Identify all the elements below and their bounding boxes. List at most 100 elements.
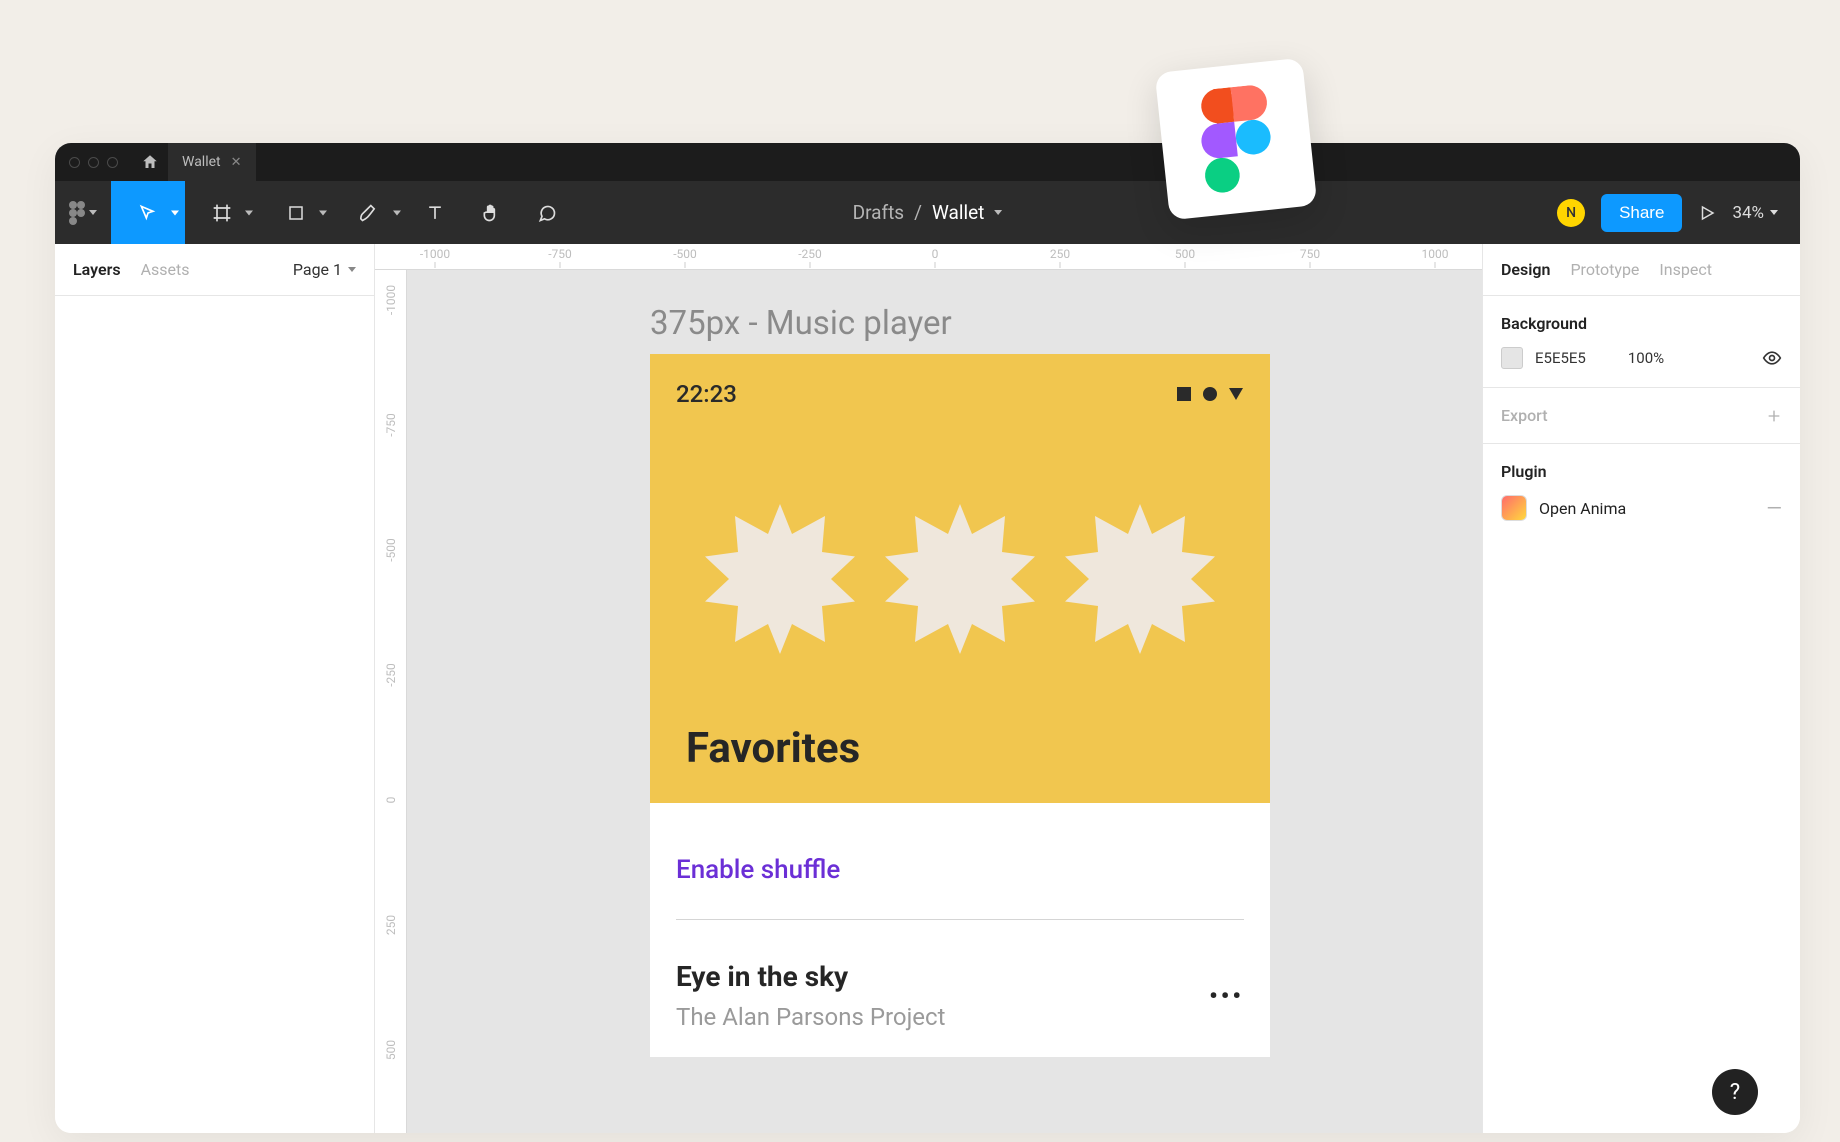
toolbar: Drafts / Wallet N Share 34% [55, 181, 1800, 244]
status-time: 22:23 [676, 380, 737, 408]
ruler-tick: -1000 [420, 247, 450, 261]
square-icon [1176, 386, 1192, 402]
tool-group [111, 181, 575, 244]
help-button[interactable]: ? [1712, 1069, 1758, 1115]
track-title: Eye in the sky [676, 960, 945, 993]
album-art-row [676, 504, 1244, 654]
export-section: Export [1483, 388, 1800, 444]
color-swatch[interactable] [1501, 347, 1523, 369]
ruler-tick: 1000 [1422, 247, 1449, 261]
left-panel-tabs: Layers Assets Page 1 [55, 244, 374, 296]
right-panel: Design Prototype Inspect Background E5E5… [1482, 244, 1800, 1133]
album-art-placeholder [1065, 504, 1215, 654]
plugin-name: Open Anima [1539, 499, 1626, 518]
traffic-min[interactable] [88, 157, 99, 168]
pen-tool[interactable] [333, 181, 407, 244]
color-opacity[interactable]: 100% [1628, 349, 1664, 367]
app-window: Wallet ✕ [55, 143, 1800, 1133]
ruler-tick: -250 [384, 663, 398, 687]
ruler-tick: 500 [384, 1040, 398, 1060]
plus-icon[interactable] [1766, 408, 1782, 424]
enable-shuffle-button[interactable]: Enable shuffle [676, 829, 1244, 920]
circle-icon [1202, 386, 1218, 402]
avatar[interactable]: N [1557, 199, 1585, 227]
breadcrumb-separator: / [914, 201, 922, 224]
ruler-tick: -750 [384, 413, 398, 437]
comment-tool[interactable] [519, 181, 575, 244]
figma-logo-card [1155, 58, 1318, 221]
text-tool[interactable] [407, 181, 463, 244]
window-tabbar: Wallet ✕ [55, 143, 1800, 181]
chevron-down-icon [393, 210, 401, 215]
ruler-tick: -750 [548, 247, 572, 261]
device-hero: 22:23 Favorites [650, 354, 1270, 803]
traffic-max[interactable] [107, 157, 118, 168]
page-selector[interactable]: Page 1 [293, 260, 356, 279]
ruler-horizontal: -1000-750-500-25002505007501000 [375, 244, 1482, 270]
chevron-down-icon[interactable] [994, 210, 1002, 215]
frame-tool[interactable] [185, 181, 259, 244]
minus-icon[interactable]: — [1766, 496, 1782, 520]
traffic-close[interactable] [69, 157, 80, 168]
background-row[interactable]: E5E5E5 100% [1501, 347, 1782, 369]
tab-design[interactable]: Design [1501, 260, 1550, 279]
shape-tool[interactable] [259, 181, 333, 244]
tab-assets[interactable]: Assets [141, 260, 190, 279]
color-hex[interactable]: E5E5E5 [1535, 349, 1586, 367]
body: Layers Assets Page 1 -1000 -750 -500 -250 0 2… [55, 244, 1800, 1133]
breadcrumb-file[interactable]: Wallet [932, 201, 984, 224]
zoom-selector[interactable]: 34% [1732, 203, 1778, 223]
status-bar: 22:23 [676, 380, 1244, 408]
chevron-down-icon [1770, 210, 1778, 215]
breadcrumb-folder[interactable]: Drafts [853, 201, 905, 224]
ruler-tick: -500 [384, 538, 398, 562]
ruler-tick: 0 [932, 247, 939, 261]
track-artist: The Alan Parsons Project [676, 1003, 945, 1031]
ruler-vertical: -1000-750-500-2500250500 [375, 270, 407, 1133]
background-heading: Background [1501, 314, 1782, 333]
plugin-row[interactable]: Open Anima — [1501, 495, 1782, 521]
plugin-heading: Plugin [1501, 462, 1782, 481]
background-section: Background E5E5E5 100% [1483, 296, 1800, 388]
status-icons [1176, 386, 1244, 402]
triangle-down-icon [1228, 386, 1244, 402]
tab-inspect[interactable]: Inspect [1659, 260, 1712, 279]
hand-tool[interactable] [463, 181, 519, 244]
breadcrumb[interactable]: Drafts / Wallet [853, 201, 1003, 224]
present-icon[interactable] [1698, 204, 1716, 222]
file-tab[interactable]: Wallet ✕ [168, 143, 256, 181]
ruler-tick: -500 [673, 247, 697, 261]
track-info: Eye in the sky The Alan Parsons Project [676, 960, 945, 1031]
window-controls[interactable] [55, 157, 132, 168]
track-row[interactable]: Eye in the sky The Alan Parsons Project … [676, 920, 1244, 1031]
device-frame[interactable]: 22:23 Favorites Ena [650, 354, 1270, 1057]
anima-icon [1501, 495, 1527, 521]
figma-menu-icon[interactable] [55, 201, 111, 225]
canvas[interactable]: -1000-750-500-25002505007501000 -1000-75… [375, 244, 1482, 1133]
page-selector-label: Page 1 [293, 260, 342, 279]
chevron-down-icon [171, 210, 179, 215]
chevron-down-icon [245, 210, 253, 215]
device-body: Enable shuffle Eye in the sky The Alan P… [650, 803, 1270, 1057]
favorites-heading: Favorites [676, 724, 1244, 773]
ruler-tick: 250 [1050, 247, 1070, 261]
toolbar-right: N Share 34% [1557, 194, 1800, 232]
right-panel-tabs: Design Prototype Inspect [1483, 244, 1800, 296]
close-tab-icon[interactable]: ✕ [231, 155, 242, 170]
tab-prototype[interactable]: Prototype [1570, 260, 1639, 279]
album-art-placeholder [705, 504, 855, 654]
export-heading: Export [1501, 406, 1548, 425]
ruler-tick: 500 [1175, 247, 1195, 261]
ruler-tick: 250 [384, 915, 398, 935]
track-more-icon[interactable]: ••• [1209, 982, 1244, 1010]
tab-layers[interactable]: Layers [73, 260, 121, 279]
chevron-down-icon [348, 267, 356, 272]
frame-title[interactable]: 375px - Music player [650, 304, 952, 343]
chevron-down-icon [319, 210, 327, 215]
home-icon[interactable] [132, 153, 168, 171]
ruler-tick: 0 [384, 797, 398, 804]
zoom-value: 34% [1732, 203, 1764, 223]
move-tool[interactable] [111, 181, 185, 244]
eye-icon[interactable] [1762, 348, 1782, 368]
share-button[interactable]: Share [1601, 194, 1682, 232]
